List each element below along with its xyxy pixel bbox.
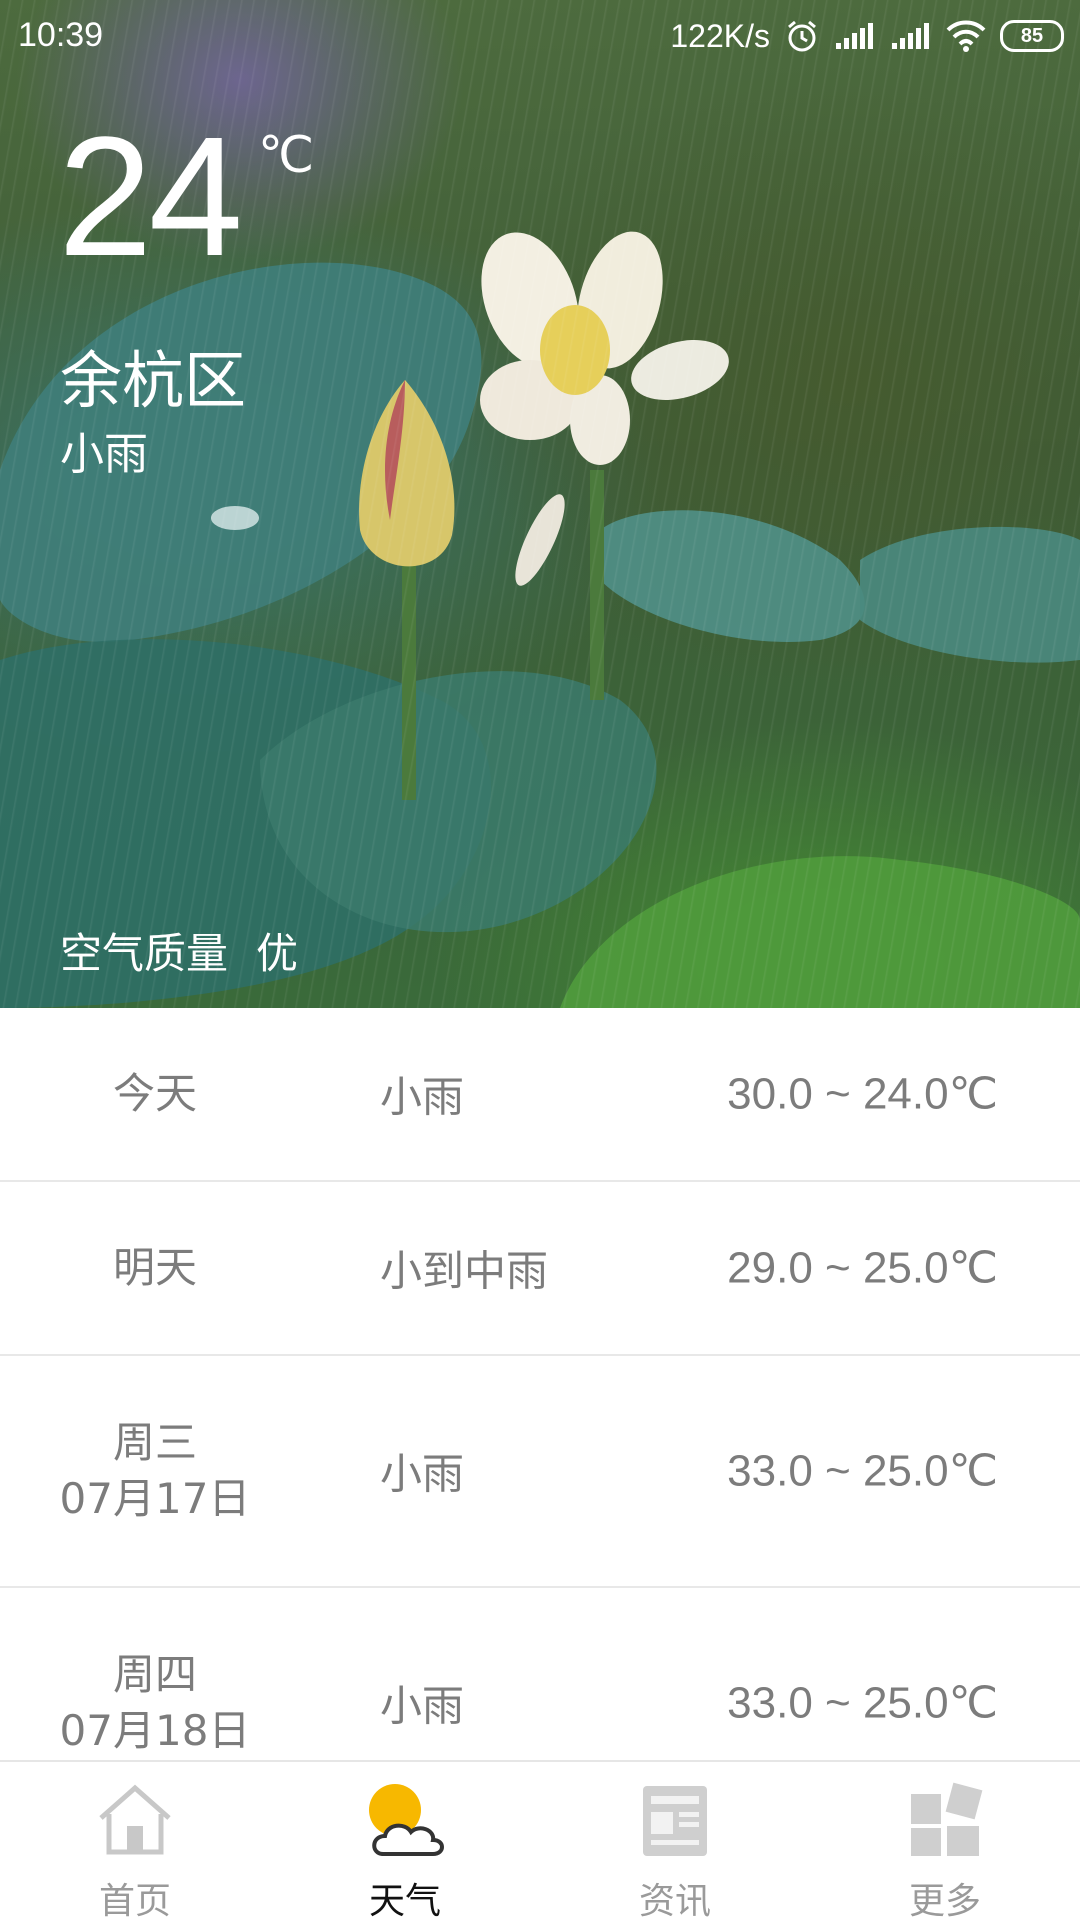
forecast-date: 07月18日 [59, 1706, 251, 1755]
nav-label-home: 首页 [98, 1881, 171, 1922]
status-time: 10:39 [18, 16, 104, 54]
nav-item-news[interactable]: 资讯 [540, 1762, 810, 1922]
status-bar: 10:39 122K/s 85 [0, 0, 1080, 72]
forecast-date: 07月17日 [59, 1474, 251, 1523]
nav-item-home[interactable]: 首页 [0, 1762, 270, 1922]
forecast-condition: 小到中雨 [380, 1246, 549, 1296]
status-icons: 122K/s 85 [670, 14, 1064, 58]
forecast-row: 明天 小到中雨 29.0 ~ 25.0℃ [0, 1182, 1080, 1356]
nav-label-news: 资讯 [638, 1881, 711, 1922]
forecast-row: 周三 07月17日 小雨 33.0 ~ 25.0℃ [0, 1356, 1080, 1588]
weather-hero: 10:39 122K/s 85 24 ℃ 余杭区 小雨 空气质量 优 [0, 0, 1080, 1008]
forecast-temp-range: 30.0 ~ 24.0℃ [727, 1069, 998, 1119]
temperature-value: 24 [58, 102, 243, 292]
forecast-day: 今天 [112, 1069, 197, 1118]
alarm-icon [788, 20, 816, 52]
air-quality-value: 优 [256, 929, 299, 978]
forecast-temp-range: 33.0 ~ 25.0℃ [727, 1678, 998, 1728]
forecast-day: 周三 07月17日 [0, 1415, 310, 1527]
nav-item-more[interactable]: 更多 [810, 1762, 1080, 1922]
nav-item-weather[interactable]: 天气 [270, 1762, 540, 1922]
news-icon [643, 1786, 707, 1856]
forecast-row: 周四 07月18日 小雨 33.0 ~ 25.0℃ [0, 1588, 1080, 1760]
forecast-weekday: 周四 [112, 1650, 197, 1699]
forecast-condition: 小雨 [380, 1681, 465, 1731]
battery-level: 85 [1020, 24, 1044, 47]
network-speed: 122K/s [670, 17, 770, 54]
air-quality: 空气质量优 [60, 920, 298, 981]
forecast-condition: 小雨 [380, 1449, 465, 1499]
wifi-icon [946, 20, 986, 52]
current-temperature: 24 ℃ [58, 112, 314, 282]
signal-icon [836, 23, 873, 49]
forecast-day: 明天 [112, 1243, 197, 1292]
current-condition: 小雨 [60, 429, 148, 480]
signal-icon [892, 23, 929, 49]
weather-icon [369, 1784, 444, 1856]
forecast-temp-range: 33.0 ~ 25.0℃ [727, 1446, 998, 1496]
forecast-list[interactable]: 今天 小雨 30.0 ~ 24.0℃ 明天 小到中雨 29.0 ~ 25.0℃ … [0, 1008, 1080, 1760]
forecast-day: 周四 07月18日 [0, 1647, 310, 1759]
forecast-temp-range: 29.0 ~ 25.0℃ [727, 1243, 998, 1293]
battery-icon: 85 [1000, 20, 1064, 52]
forecast-row: 今天 小雨 30.0 ~ 24.0℃ [0, 1008, 1080, 1182]
temperature-unit: ℃ [258, 127, 315, 183]
air-quality-label: 空气质量 [60, 929, 229, 978]
nav-label-more: 更多 [908, 1881, 981, 1922]
home-icon [99, 1784, 171, 1855]
forecast-weekday: 周三 [112, 1418, 197, 1467]
more-icon [911, 1782, 983, 1856]
bottom-nav: 首页 天气 资讯 更多 [0, 1760, 1080, 1922]
forecast-condition: 小雨 [380, 1072, 465, 1122]
nav-label-weather: 天气 [368, 1881, 441, 1922]
city-name: 余杭区 [60, 344, 247, 417]
